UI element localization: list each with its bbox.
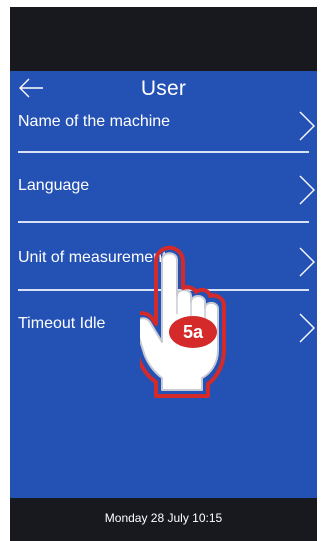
divider (18, 221, 309, 223)
chevron-right-icon (297, 245, 317, 279)
status-bar: Monday 28 July 10:15 (10, 498, 317, 541)
divider (18, 151, 309, 153)
top-bar (10, 7, 317, 71)
page-title: User (140, 77, 187, 100)
menu-item-label: Name of the machine (18, 113, 171, 130)
menu-item-label: Language (18, 177, 90, 194)
step-badge: 5a (182, 322, 204, 342)
menu-item-label: Timeout Idle (18, 315, 106, 332)
menu-item-language[interactable]: Language (10, 173, 317, 223)
chevron-right-icon (297, 173, 317, 207)
chevron-right-icon (297, 311, 317, 345)
status-datetime: Monday 28 July 10:15 (104, 511, 223, 525)
chevron-right-icon (297, 109, 317, 143)
